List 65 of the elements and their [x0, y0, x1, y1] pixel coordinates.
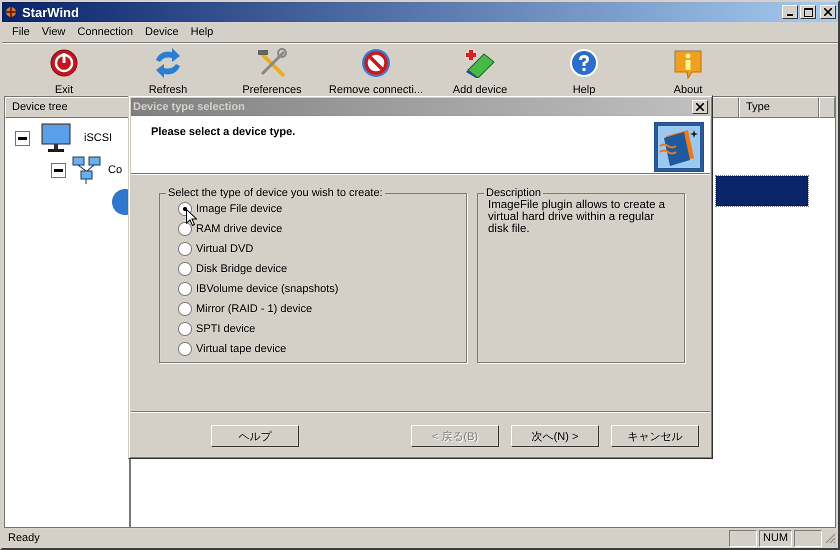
radio-label[interactable]: Virtual tape device	[196, 343, 286, 355]
group-title: Select the type of device you wish to create:	[167, 187, 384, 199]
globe-icon	[109, 187, 129, 217]
column-header[interactable]: Device tree	[5, 97, 129, 118]
status-panel	[794, 530, 822, 546]
group-title: Description	[485, 187, 542, 199]
toolbar-button[interactable]: Preferences	[220, 44, 324, 96]
radio-label[interactable]: IBVolume device (snapshots)	[196, 283, 338, 295]
maximize-icon	[804, 8, 812, 16]
dialog-button[interactable]: キャンセル	[611, 425, 699, 447]
description-text: ImageFile plugin allows to create a virtual hard drive within a regular disk file.	[487, 199, 666, 235]
wizard-icon	[654, 122, 704, 172]
tree-item[interactable]: Co	[108, 164, 122, 176]
radio-label[interactable]: Virtual DVD	[196, 243, 254, 255]
radio-label[interactable]: Mirror (RAID - 1) device	[196, 303, 312, 315]
column-header[interactable]: Type	[739, 97, 819, 118]
resize-grip-icon[interactable]	[824, 532, 836, 544]
toolbar-button[interactable]: Exit	[12, 44, 116, 96]
power-icon	[49, 48, 79, 78]
dialog-button[interactable]: 次へ(N) >	[511, 425, 599, 447]
status-text: Ready	[7, 532, 41, 544]
status-panel	[728, 530, 757, 546]
radio-button[interactable]	[178, 322, 192, 336]
tree-item[interactable]: iSCSI	[84, 132, 112, 144]
app-logo-icon	[4, 5, 18, 19]
menu-item[interactable]: Help	[184, 26, 220, 38]
close-icon	[696, 103, 704, 111]
column-header[interactable]	[819, 97, 835, 118]
radio-label[interactable]: Image File device	[196, 203, 282, 215]
help-icon	[569, 48, 599, 78]
radio-button[interactable]	[178, 262, 192, 276]
menu-item[interactable]: Connection	[71, 26, 140, 38]
toolbar-button[interactable]: Help	[532, 44, 636, 96]
radio-button[interactable]	[178, 302, 192, 316]
collapse-toggle[interactable]	[15, 130, 30, 146]
radio-label[interactable]: Disk Bridge device	[196, 263, 288, 275]
radio-button[interactable]	[178, 342, 192, 356]
radio-label[interactable]: RAM drive device	[196, 223, 282, 235]
dialog-heading: Please select a device type.	[151, 126, 296, 138]
tools-icon	[256, 48, 288, 78]
collapse-toggle[interactable]	[51, 162, 66, 178]
menu-item[interactable]: View	[36, 26, 72, 38]
minimize-button[interactable]	[782, 5, 798, 19]
close-icon	[824, 8, 832, 16]
menu-item[interactable]: Device	[139, 26, 185, 38]
toolbar-button[interactable]: Add device	[428, 44, 532, 96]
dialog-button[interactable]: ヘルプ	[211, 425, 299, 447]
maximize-button[interactable]	[800, 5, 816, 19]
no-entry-icon	[360, 48, 392, 78]
radio-button[interactable]	[178, 282, 192, 296]
radio-button[interactable]	[178, 222, 192, 236]
radio-label[interactable]: SPTI device	[196, 323, 256, 335]
window-title: StarWind	[22, 4, 80, 20]
close-button[interactable]	[692, 100, 708, 114]
close-button[interactable]	[820, 5, 836, 19]
toolbar-button[interactable]: Refresh	[116, 44, 220, 96]
menu-item[interactable]: File	[6, 26, 36, 38]
add-card-icon	[464, 48, 496, 78]
info-icon	[672, 48, 704, 80]
dialog-title: Device type selection	[133, 101, 245, 113]
status-panel: NUM	[758, 530, 792, 546]
mouse-pointer-icon	[186, 209, 197, 226]
toolbar-button[interactable]: About	[636, 44, 740, 96]
radio-button[interactable]	[178, 242, 192, 256]
network-icon	[72, 155, 102, 185]
